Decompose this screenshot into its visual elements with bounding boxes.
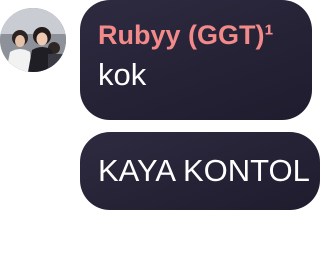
message-bubble[interactable]: Rubyy (GGT)¹ kok xyxy=(80,0,312,120)
message-text: kok xyxy=(98,57,147,92)
avatar[interactable] xyxy=(0,8,66,72)
chat-thread: Rubyy (GGT)¹ kok KAYA KONTOL xyxy=(0,0,320,265)
message-text: KAYA KONTOL xyxy=(98,153,310,188)
message-bubble[interactable]: KAYA KONTOL xyxy=(80,132,320,210)
sender-name[interactable]: Rubyy (GGT)¹ xyxy=(98,18,296,52)
group-photo-icon xyxy=(0,8,66,72)
